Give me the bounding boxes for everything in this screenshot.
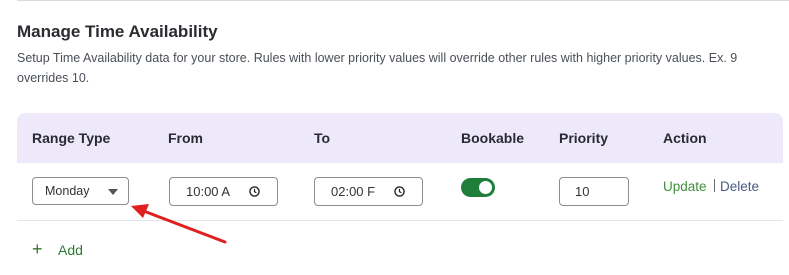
header-priority: Priority	[559, 130, 609, 146]
priority-value: 10	[575, 184, 590, 199]
chevron-down-icon	[108, 189, 118, 195]
toggle-knob	[479, 181, 492, 194]
header-from: From	[168, 130, 203, 146]
range-type-value: Monday	[45, 184, 90, 198]
range-type-select[interactable]: Monday	[32, 177, 129, 205]
header-action: Action	[663, 130, 707, 146]
clock-icon	[394, 186, 405, 197]
bookable-toggle[interactable]	[461, 178, 495, 197]
table-header: Range Type From To Bookable Priority Act…	[17, 113, 783, 163]
from-time-value: 10:00 A	[186, 184, 231, 199]
clock-icon	[249, 186, 260, 197]
availability-table: Range Type From To Bookable Priority Act…	[17, 113, 783, 221]
section-description: Setup Time Availability data for your st…	[17, 51, 738, 85]
section-title: Manage Time Availability	[17, 22, 218, 41]
delete-link[interactable]: Delete	[720, 179, 759, 194]
to-time-input[interactable]: 02:00 F	[314, 177, 423, 206]
add-label: Add	[58, 242, 83, 258]
from-time-input[interactable]: 10:00 A	[169, 177, 278, 206]
plus-icon: +	[32, 239, 43, 259]
header-to: To	[314, 130, 331, 146]
header-range-type: Range Type	[32, 130, 111, 146]
priority-input[interactable]: 10	[559, 177, 629, 206]
to-time-value: 02:00 F	[331, 184, 376, 199]
update-link[interactable]: Update	[663, 179, 707, 194]
table-row: Monday 10:00 A 02:00 F 10 Update Delete	[17, 163, 783, 221]
header-bookable: Bookable	[461, 130, 525, 146]
action-separator	[714, 179, 715, 192]
top-divider	[17, 0, 789, 1]
